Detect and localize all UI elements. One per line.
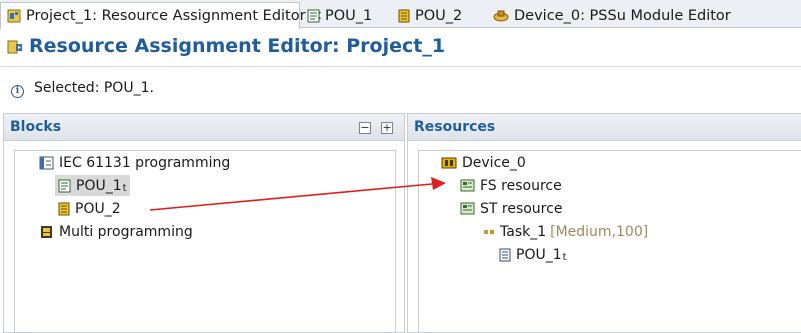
blocks-tree: IEC 61131 programming POU_1 t POU_2 Mult… — [14, 150, 396, 332]
pou-st-icon — [307, 9, 320, 23]
tree-node-label: Device_0 — [462, 154, 526, 171]
resource-editor-icon — [7, 39, 23, 55]
type-suffix: t — [122, 183, 127, 194]
editor-tab-bar: Project_1: Resource Assignment Editor ✕ … — [0, 0, 801, 29]
resources-panel-title: Resources — [414, 119, 496, 135]
blocks-panel-title: Blocks — [10, 119, 62, 135]
resources-panel-header: Resources — [408, 114, 801, 141]
module-editor-icon — [493, 9, 509, 23]
device-icon — [441, 156, 457, 170]
collapse-all-button[interactable]: − — [359, 122, 371, 134]
tree-node-label: Task_1 — [500, 223, 547, 240]
resource-editor-icon — [7, 9, 21, 23]
tree-node-fs-resource[interactable]: FS resource — [460, 175, 562, 196]
tree-node-label: ST resource — [480, 200, 563, 217]
tree-node-label: POU_2 — [75, 200, 121, 217]
task-icon — [483, 227, 495, 237]
tree-node-st-resource[interactable]: ST resource — [460, 198, 562, 219]
tree-node-multi-programming[interactable]: Multi programming — [39, 221, 193, 242]
tree-node-pou-2[interactable]: POU_2 — [58, 198, 121, 219]
type-suffix: t — [562, 252, 567, 263]
status-message: Selected: POU_1. — [34, 80, 154, 96]
header-divider — [0, 66, 801, 67]
pou-instance-icon — [499, 248, 511, 262]
tab-label: POU_2 — [415, 7, 463, 24]
tree-node-task-1[interactable]: Task_1 [Medium,100] — [483, 221, 648, 242]
tree-node-device-0[interactable]: Device_0 — [441, 152, 526, 173]
info-icon: i — [11, 85, 24, 98]
tree-node-assigned-pou-1[interactable]: POU_1 t — [499, 244, 567, 265]
tree-node-iec-61131[interactable]: IEC 61131 programming — [39, 152, 230, 173]
resources-panel: Resources Device_0 FS resource ST resour… — [407, 113, 801, 333]
tree-node-label: POU_1 — [76, 177, 122, 194]
tree-node-label: Multi programming — [59, 223, 193, 240]
programming-folder-icon — [39, 156, 54, 170]
task-priority-detail: [Medium,100] — [550, 223, 649, 240]
pou-st-icon — [58, 179, 71, 193]
tab-label: POU_1 — [325, 7, 373, 24]
resource-icon — [460, 179, 475, 192]
blocks-panel: Blocks − + IEC 61131 programming POU_1 t… — [3, 113, 405, 333]
multi-programming-icon — [39, 225, 54, 239]
tree-node-label: IEC 61131 programming — [59, 154, 231, 171]
pou-icon — [398, 9, 410, 23]
tree-node-label: POU_1 — [516, 246, 562, 263]
resources-tree: Device_0 FS resource ST resource Task_1 … — [418, 150, 801, 332]
expand-all-button[interactable]: + — [381, 122, 393, 134]
tab-resource-assignment-editor[interactable]: Project_1: Resource Assignment Editor ✕ — [0, 2, 322, 29]
blocks-panel-header: Blocks − + — [4, 114, 404, 141]
tab-pou-2[interactable]: POU_2 — [391, 2, 486, 28]
tab-device-module-editor[interactable]: Device_0: PSSu Module Editor — [486, 2, 732, 28]
tab-pou-1[interactable]: POU_1 — [300, 2, 390, 28]
tree-node-pou-1[interactable]: POU_1 t — [55, 175, 130, 196]
tab-label: Project_1: Resource Assignment Editor — [26, 8, 306, 24]
tree-node-label: FS resource — [480, 177, 562, 194]
resource-icon — [460, 202, 475, 215]
page-title: Resource Assignment Editor: Project_1 — [29, 35, 446, 57]
tab-label: Device_0: PSSu Module Editor — [514, 7, 731, 24]
pou-icon — [58, 202, 70, 216]
